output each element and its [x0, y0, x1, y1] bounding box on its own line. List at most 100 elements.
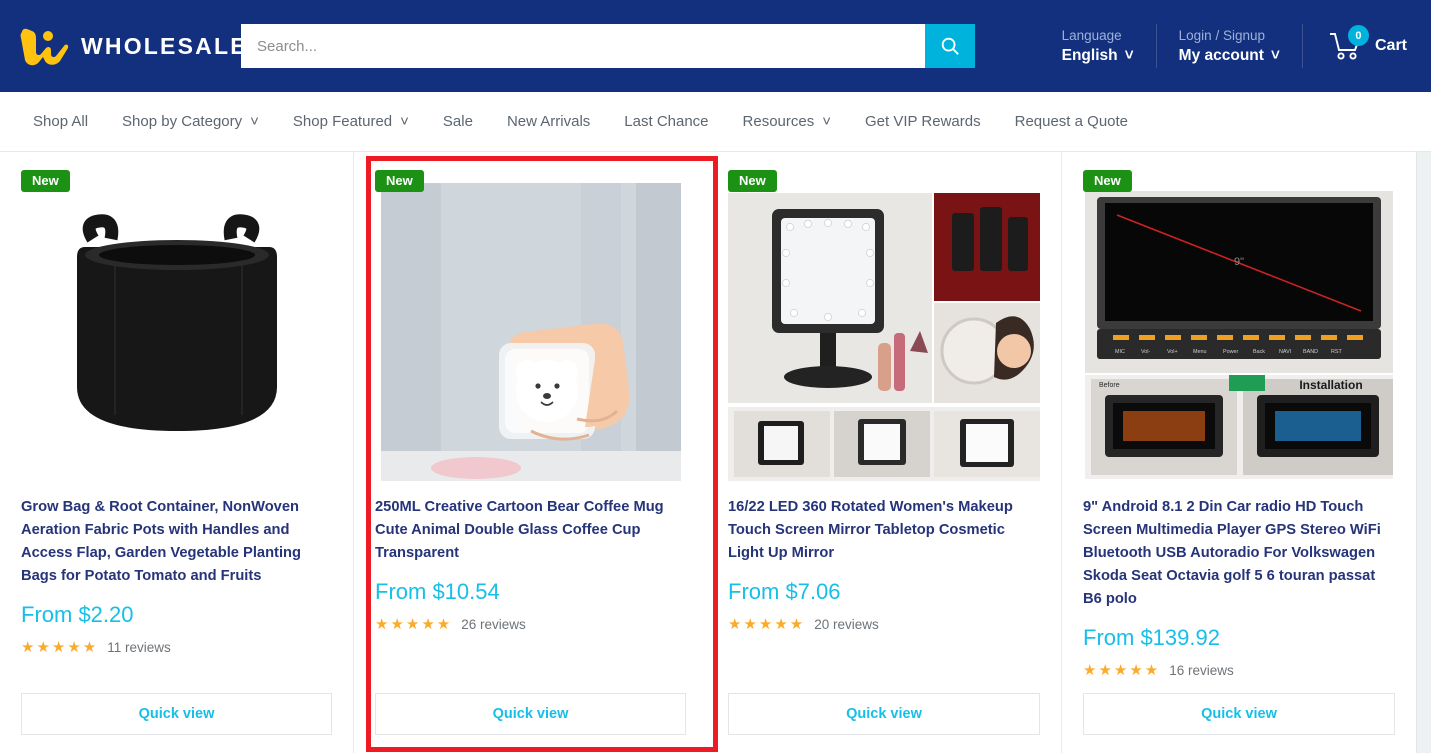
chevron-down-icon: ˅: [1270, 47, 1280, 64]
nav-label: Last Chance: [624, 113, 709, 130]
svg-text:Installation: Installation: [1299, 378, 1362, 392]
quick-view-button[interactable]: Quick view: [375, 693, 686, 735]
main-navigation: Shop All Shop by Category ˅ Shop Feature…: [0, 92, 1431, 152]
nav-label: Resources: [742, 113, 815, 130]
chevron-down-icon: ˅: [400, 113, 409, 130]
account-label: Login / Signup: [1178, 28, 1265, 43]
nav-item-new-arrivals[interactable]: New Arrivals: [490, 113, 607, 130]
cart-count-badge: 0: [1347, 25, 1369, 46]
product-image[interactable]: [375, 182, 686, 482]
quick-view-button[interactable]: Quick view: [21, 693, 332, 735]
site-header: WHOLESALE Language English ˅ Login / Sig…: [0, 0, 1431, 92]
chevron-down-icon: ˅: [1124, 47, 1134, 64]
product-price: From $7.06: [728, 579, 841, 604]
product-title[interactable]: 9" Android 8.1 2 Din Car radio HD Touch …: [1083, 496, 1395, 611]
product-card[interactable]: New: [707, 152, 1062, 753]
product-card[interactable]: New Grow Bag & Root Container, NonWoven …: [0, 152, 354, 753]
nav-label: Request a Quote: [1014, 113, 1129, 130]
search-button[interactable]: [925, 24, 975, 68]
nav-label: New Arrivals: [506, 113, 591, 130]
product-image[interactable]: [728, 182, 1040, 482]
new-badge: New: [1083, 170, 1132, 192]
search-input[interactable]: [241, 24, 925, 68]
new-badge: New: [21, 170, 70, 192]
product-rating: ★★★★★ 11 reviews: [21, 640, 332, 655]
nav-item-resources[interactable]: Resources ˅: [726, 113, 848, 130]
nav-item-get-vip-rewards[interactable]: Get VIP Rewards: [848, 113, 998, 130]
product-rating: ★★★★★ 20 reviews: [728, 617, 1040, 632]
product-grid: New Grow Bag & Root Container, NonWoven …: [0, 152, 1431, 753]
account-current: My account: [1178, 47, 1264, 64]
star-rating-icon: ★★★★★: [728, 616, 806, 633]
svg-text:BAND: BAND: [1303, 349, 1318, 355]
car-radio-head-unit-photo: 9" MIC Vol- Vol+ Menu Power Back NAVI BAND RST: [1083, 183, 1395, 481]
review-count[interactable]: 20 reviews: [814, 617, 879, 632]
chevron-down-icon: ˅: [822, 113, 831, 130]
search-bar[interactable]: [241, 24, 975, 68]
svg-text:9": 9": [1234, 256, 1244, 268]
cart-icon-box: 0: [1329, 25, 1369, 61]
star-rating-icon: ★★★★★: [21, 639, 99, 656]
account-value[interactable]: My account ˅: [1179, 45, 1280, 66]
nav-label: Shop by Category: [122, 113, 243, 130]
review-count[interactable]: 11 reviews: [107, 640, 171, 655]
nav-label: Get VIP Rewards: [865, 113, 981, 130]
svg-text:RST: RST: [1331, 349, 1342, 355]
nav-item-shop-all[interactable]: Shop All: [16, 113, 105, 130]
new-badge: New: [728, 170, 777, 192]
svg-text:NAVI: NAVI: [1279, 349, 1291, 355]
quick-view-button[interactable]: Quick view: [728, 693, 1040, 735]
product-price: From $10.54: [375, 579, 500, 604]
svg-text:Vol+: Vol+: [1167, 349, 1178, 355]
cart-label: Cart: [1374, 37, 1407, 54]
nav-item-shop-featured[interactable]: Shop Featured ˅: [276, 113, 426, 130]
product-grid-area: New Grow Bag & Root Container, NonWoven …: [0, 152, 1431, 753]
product-image[interactable]: 9" MIC Vol- Vol+ Menu Power Back NAVI BAND RST: [1083, 182, 1395, 482]
hand-holding-bear-glass-mug-photo: [380, 183, 681, 481]
product-card[interactable]: New 9" MIC Vol- Vol+ Menu Power Back NAV…: [1062, 152, 1416, 753]
review-count[interactable]: 26 reviews: [461, 617, 526, 632]
product-rating: ★★★★★ 16 reviews: [1083, 663, 1395, 678]
language-value[interactable]: English ˅: [1062, 45, 1134, 66]
language-current: English: [1061, 47, 1118, 64]
logo-text: WHOLESALE: [81, 32, 248, 59]
product-price: From $139.92: [1083, 625, 1220, 650]
logo[interactable]: WHOLESALE: [18, 24, 248, 68]
nav-item-sale[interactable]: Sale: [426, 113, 490, 130]
header-right-group: Language English ˅ Login / Signup My acc…: [1040, 0, 1431, 92]
account-menu[interactable]: Login / Signup My account ˅: [1157, 23, 1302, 69]
product-price: From $2.20: [21, 602, 134, 627]
product-rating: ★★★★★ 26 reviews: [375, 617, 686, 632]
new-badge: New: [375, 170, 424, 192]
product-card[interactable]: New: [354, 152, 707, 753]
w-logo-icon: [20, 28, 69, 66]
chevron-down-icon: ˅: [250, 113, 259, 130]
product-title[interactable]: Grow Bag & Root Container, NonWoven Aera…: [21, 496, 332, 588]
svg-text:MIC: MIC: [1115, 349, 1125, 355]
star-rating-icon: ★★★★★: [1083, 662, 1161, 679]
language-label: Language: [1061, 28, 1122, 43]
product-title[interactable]: 16/22 LED 360 Rotated Women's Makeup Tou…: [728, 496, 1040, 565]
product-image[interactable]: [21, 182, 332, 482]
led-makeup-mirror-collage-photo: [728, 183, 1040, 481]
nav-label: Sale: [442, 113, 473, 130]
nav-item-last-chance[interactable]: Last Chance: [607, 113, 725, 130]
nav-label: Shop Featured: [292, 113, 393, 130]
nav-label: Shop All: [33, 113, 89, 130]
page-scrollbar[interactable]: [1416, 152, 1431, 753]
svg-text:Back: Back: [1253, 349, 1265, 355]
language-selector[interactable]: Language English ˅: [1040, 23, 1156, 69]
review-count[interactable]: 16 reviews: [1169, 663, 1234, 678]
product-title[interactable]: 250ML Creative Cartoon Bear Coffee Mug C…: [375, 496, 686, 565]
nav-item-request-a-quote[interactable]: Request a Quote: [998, 113, 1145, 130]
svg-text:Power: Power: [1223, 349, 1238, 355]
svg-text:Before: Before: [1099, 382, 1120, 389]
star-rating-icon: ★★★★★: [375, 616, 453, 633]
quick-view-button[interactable]: Quick view: [1083, 693, 1395, 735]
nav-item-shop-by-category[interactable]: Shop by Category ˅: [105, 113, 276, 130]
cart-button[interactable]: 0 Cart: [1303, 25, 1431, 61]
svg-text:Menu: Menu: [1193, 349, 1207, 355]
search-icon: [941, 37, 959, 55]
black-fabric-grow-bag-photo: [36, 184, 317, 480]
svg-text:Vol-: Vol-: [1141, 349, 1150, 355]
